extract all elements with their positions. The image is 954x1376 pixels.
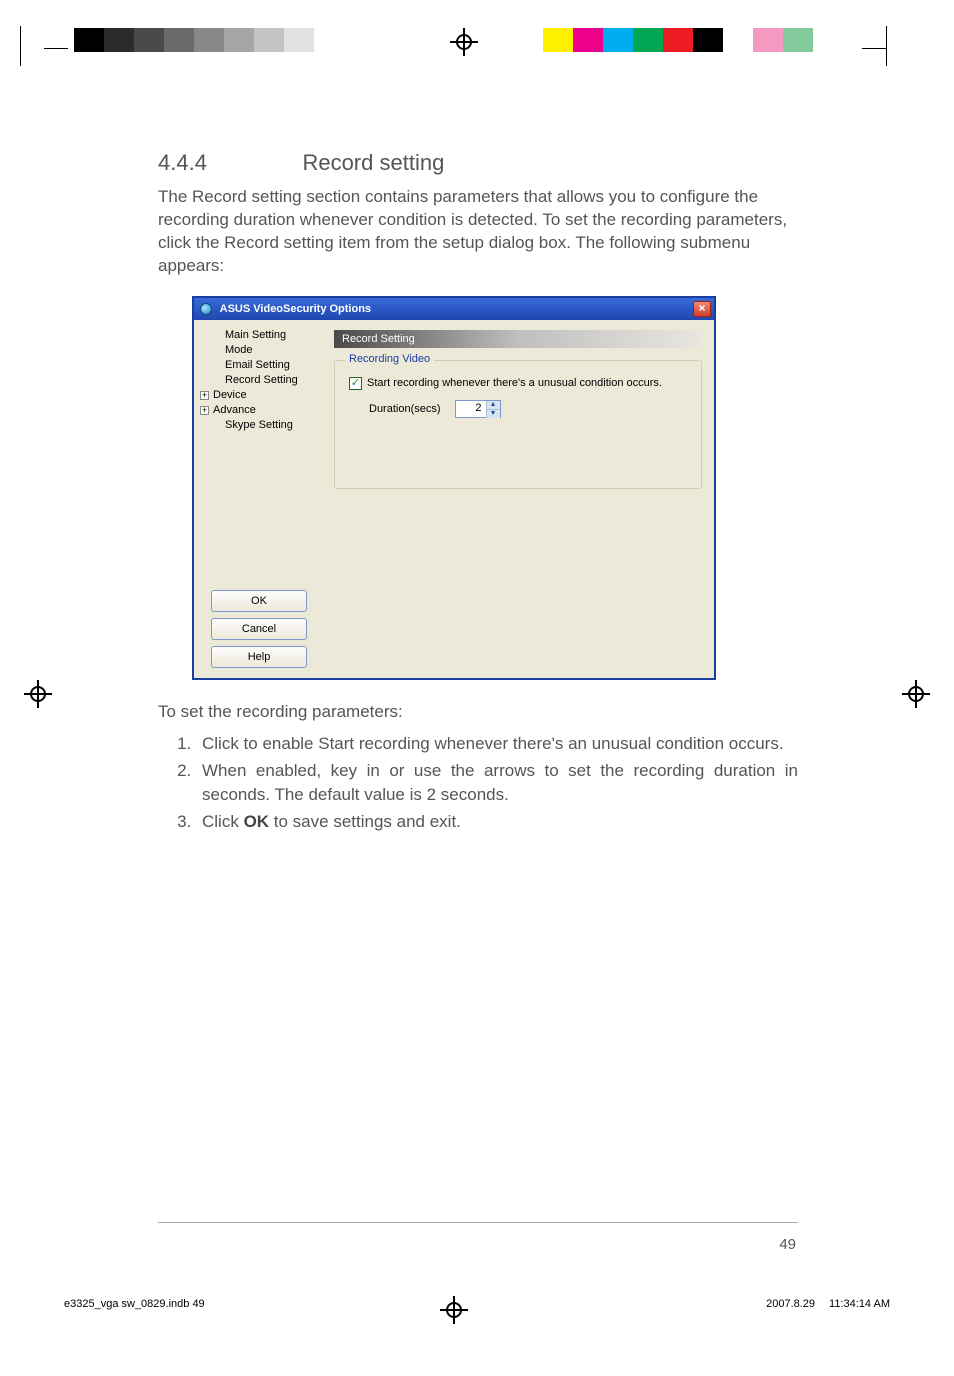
tree-item[interactable]: + Advance (200, 403, 318, 418)
color-swatch (753, 28, 783, 52)
color-swatch (344, 28, 374, 52)
tree-branch-icon (212, 421, 221, 430)
content-panel: Record Setting Recording Video ✓ Start r… (322, 320, 714, 678)
color-swatch (104, 28, 134, 52)
checkbox-label: Start recording whenever there's a unusu… (367, 377, 662, 389)
expand-icon[interactable]: + (200, 406, 209, 415)
color-swatch (603, 28, 633, 52)
tree-item-label: Advance (213, 404, 256, 416)
tree-item-label: Mode (225, 344, 253, 356)
color-swatch (74, 28, 104, 52)
close-button[interactable]: × (693, 301, 711, 317)
tree-item[interactable]: + Device (200, 388, 318, 403)
tree-branch-icon (212, 331, 221, 340)
duration-value[interactable]: 2 (456, 401, 486, 417)
tree-branch-icon (212, 346, 221, 355)
section-title: Record setting (302, 150, 444, 176)
footer-date: 2007.8.29 (766, 1298, 815, 1310)
color-swatch (134, 28, 164, 52)
color-swatch (783, 28, 813, 52)
tree-item[interactable]: Main Setting (200, 328, 318, 343)
duration-spinner[interactable]: 2 ▲ ▼ (455, 400, 501, 418)
color-swatch (663, 28, 693, 52)
color-swatch (284, 28, 314, 52)
spinner-down-icon[interactable]: ▼ (486, 409, 500, 418)
crop-mark (44, 48, 68, 49)
list-item: Click OK to save settings and exit. (196, 810, 798, 833)
group-legend: Recording Video (345, 353, 434, 365)
bold-text: OK (244, 812, 270, 831)
sidebar: Main Setting Mode Email Setting Record Sett… (194, 320, 322, 678)
tree-item-label: Skype Setting (225, 419, 293, 431)
registration-mark (450, 28, 478, 56)
ok-button[interactable]: OK (211, 590, 307, 612)
titlebar[interactable]: ASUS VideoSecurity Options × (194, 298, 714, 320)
color-swatch (813, 28, 843, 52)
crop-mark (886, 26, 887, 66)
tree-item-label: Record Setting (225, 374, 298, 386)
tree-item-label: Email Setting (225, 359, 290, 371)
section-number: 4.4.4 (158, 150, 298, 176)
options-dialog: ASUS VideoSecurity Options × Main Settin… (192, 296, 716, 680)
tree-item-label: Device (213, 389, 247, 401)
window-title: ASUS VideoSecurity Options (220, 303, 371, 315)
cancel-button[interactable]: Cancel (211, 618, 307, 640)
list-item: When enabled, key in or use the arrows t… (196, 759, 798, 806)
steps-list: Click to enable Start recording whenever… (158, 732, 798, 834)
section-heading: 4.4.4 Record setting (158, 150, 798, 176)
app-icon (200, 303, 212, 315)
color-swatch (314, 28, 344, 52)
color-swatch (164, 28, 194, 52)
color-swatch (543, 28, 573, 52)
nav-tree: Main Setting Mode Email Setting Record Sett… (200, 328, 318, 433)
footer-rule (158, 1222, 798, 1223)
tree-item-label: Main Setting (225, 329, 286, 341)
print-footer: e3325_vga sw_0829.indb 49 2007.8.29 11:3… (64, 1298, 890, 1310)
color-bar-left (74, 28, 374, 52)
color-swatch (693, 28, 723, 52)
page-number: 49 (779, 1236, 796, 1253)
expand-icon[interactable]: + (200, 391, 209, 400)
panel-header: Record Setting (334, 330, 702, 348)
footer-time: 11:34:14 AM (829, 1298, 890, 1310)
tree-item[interactable]: Email Setting (200, 358, 318, 373)
tree-item[interactable]: Mode (200, 343, 318, 358)
page-content: 4.4.4 Record setting The Record setting … (158, 150, 798, 838)
tree-item[interactable]: Record Setting (200, 373, 318, 388)
color-swatch (723, 28, 753, 52)
color-swatch (573, 28, 603, 52)
footer-filename: e3325_vga sw_0829.indb 49 (64, 1298, 205, 1310)
crop-mark (862, 48, 886, 49)
color-swatch (633, 28, 663, 52)
crop-mark (20, 26, 21, 66)
recording-video-group: Recording Video ✓ Start recording whenev… (334, 360, 702, 489)
color-swatch (254, 28, 284, 52)
tree-branch-icon (212, 376, 221, 385)
start-recording-checkbox[interactable]: ✓ (349, 377, 362, 390)
color-swatch (224, 28, 254, 52)
registration-mark (902, 680, 930, 708)
tree-item[interactable]: Skype Setting (200, 418, 318, 433)
list-item: Click to enable Start recording whenever… (196, 732, 798, 755)
steps-intro: To set the recording parameters: (158, 702, 798, 722)
color-swatch (194, 28, 224, 52)
tree-branch-icon (212, 361, 221, 370)
registration-mark (24, 680, 52, 708)
duration-label: Duration(secs) (369, 403, 441, 415)
color-bar-right (543, 28, 843, 52)
intro-paragraph: The Record setting section contains para… (158, 186, 798, 278)
help-button[interactable]: Help (211, 646, 307, 668)
spinner-up-icon[interactable]: ▲ (486, 401, 500, 409)
